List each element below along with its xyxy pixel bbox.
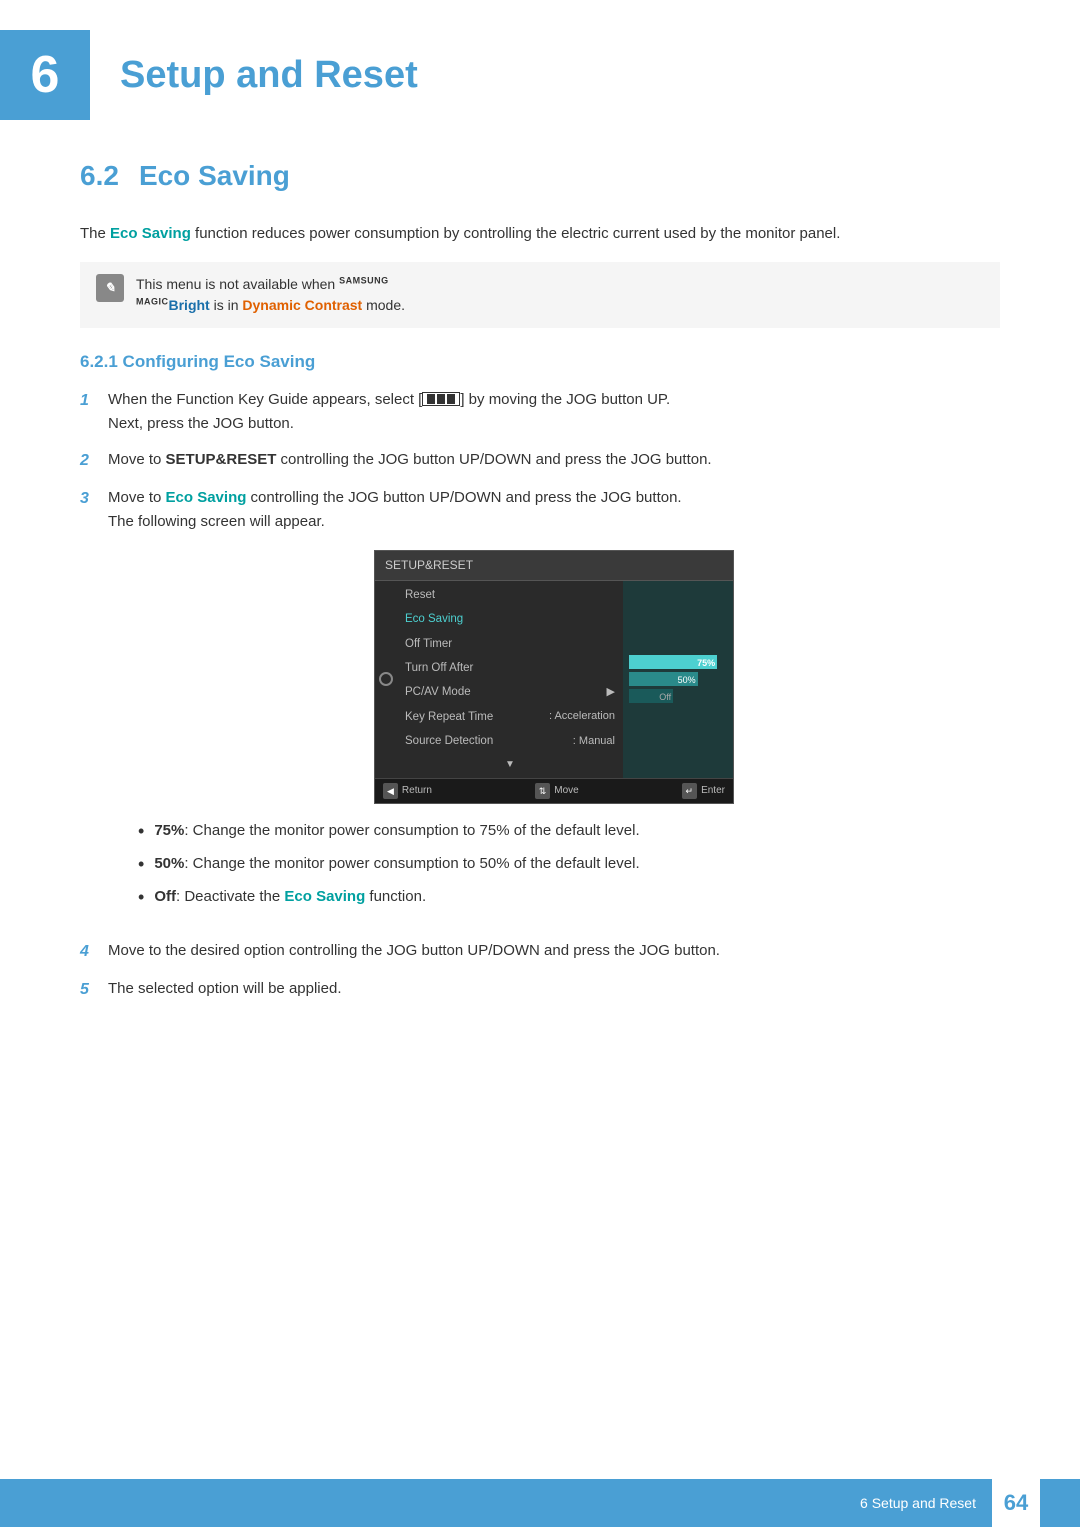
step-1-content: When the Function Key Guide appears, sel… <box>108 388 1000 436</box>
step-3-content: Move to Eco Saving controlling the JOG b… <box>108 486 1000 927</box>
step-5-number: 5 <box>80 977 108 1003</box>
section-title: Eco Saving <box>139 160 290 192</box>
option-off-label: Off <box>154 888 176 905</box>
chapter-header: 6 Setup and Reset <box>0 0 1080 140</box>
menu-item-source-detection: Source Detection : Manual <box>397 729 623 753</box>
dynamic-contrast-label: Dynamic Contrast <box>242 297 362 313</box>
return-icon: ◀ <box>383 783 398 799</box>
screen-title-bar: SETUP&RESET <box>375 551 733 581</box>
footer-page-number: 64 <box>992 1479 1040 1527</box>
chapter-number-box: 6 <box>0 30 90 120</box>
step-1-number: 1 <box>80 388 108 414</box>
note-box: ✎ This menu is not available when SAMSUN… <box>80 262 1000 328</box>
step-2: 2 Move to SETUP&RESET controlling the JO… <box>80 448 1000 474</box>
screen-menu: Reset Eco Saving Off Timer Turn Off Afte… <box>397 581 623 778</box>
page-footer: 6 Setup and Reset 64 <box>0 1479 1080 1527</box>
key-repeat-value: : Acceleration <box>549 708 615 726</box>
eco-saving-step3-label: Eco Saving <box>166 489 247 506</box>
bullet-dot-3: • <box>138 884 144 911</box>
gear-icon <box>379 672 393 686</box>
menu-item-pcav-mode: PC/AV Mode ▶ <box>397 680 623 704</box>
eco-saving-intro-label: Eco Saving <box>110 225 191 242</box>
enter-label: Enter <box>701 783 725 799</box>
function-key-icon <box>422 392 460 406</box>
main-content: 6.2 Eco Saving The Eco Saving function r… <box>0 160 1080 1002</box>
step-1-subtext: Next, press the JOG button. <box>108 415 294 432</box>
step-4: 4 Move to the desired option controlling… <box>80 939 1000 965</box>
return-label: Return <box>402 783 432 799</box>
screen-right-panel <box>623 581 733 778</box>
footer-move-btn: ⇅ Move <box>535 783 579 799</box>
subsection-heading: 6.2.1 Configuring Eco Saving <box>80 352 1000 372</box>
subsection-number: 6.2.1 <box>80 352 118 371</box>
step-3: 3 Move to Eco Saving controlling the JOG… <box>80 486 1000 927</box>
section-heading: 6.2 Eco Saving <box>80 160 1000 192</box>
menu-item-down-arrow: ▼ <box>397 754 623 776</box>
chapter-number: 6 <box>31 45 60 105</box>
option-75-text: 75%: Change the monitor power consumptio… <box>154 820 639 843</box>
footer-chapter-text: 6 Setup and Reset <box>860 1495 976 1511</box>
step-4-content: Move to the desired option controlling t… <box>108 939 1000 963</box>
pcav-arrow: ▶ <box>607 684 615 702</box>
step-3-number: 3 <box>80 486 108 512</box>
chapter-title: Setup and Reset <box>120 54 418 97</box>
enter-icon: ↵ <box>682 783 698 799</box>
bright-label: Bright <box>169 297 210 313</box>
bar-75 <box>629 655 717 669</box>
screen-sidebar <box>375 581 397 778</box>
option-75-label: 75% <box>154 822 184 839</box>
step-1: 1 When the Function Key Guide appears, s… <box>80 388 1000 436</box>
option-off: • Off: Deactivate the Eco Saving functio… <box>138 886 1000 911</box>
bullet-dot-2: • <box>138 851 144 878</box>
option-75: • 75%: Change the monitor power consumpt… <box>138 820 1000 845</box>
menu-item-reset: Reset <box>397 583 623 607</box>
option-off-text: Off: Deactivate the Eco Saving function. <box>154 886 426 909</box>
option-50-label: 50% <box>154 855 184 872</box>
section-number: 6.2 <box>80 160 119 192</box>
note-icon: ✎ <box>96 274 124 302</box>
screen-footer: ◀ Return ⇅ Move ↵ Enter <box>375 778 733 803</box>
menu-item-eco-saving: Eco Saving <box>397 607 623 631</box>
move-label: Move <box>554 783 578 799</box>
menu-item-key-repeat: Key Repeat Time : Acceleration <box>397 705 623 729</box>
option-50-text: 50%: Change the monitor power consumptio… <box>154 853 639 876</box>
step-5-content: The selected option will be applied. <box>108 977 1000 1001</box>
option-50: • 50%: Change the monitor power consumpt… <box>138 853 1000 878</box>
step-2-number: 2 <box>80 448 108 474</box>
intro-paragraph: The Eco Saving function reduces power co… <box>80 222 1000 246</box>
bar-off <box>629 689 673 703</box>
note-text: This menu is not available when SAMSUNGM… <box>136 274 405 316</box>
options-list: • 75%: Change the monitor power consumpt… <box>138 820 1000 911</box>
menu-item-turn-off-after: Turn Off After <box>397 656 623 680</box>
setup-reset-label: SETUP&RESET <box>166 451 277 468</box>
screen-body: Reset Eco Saving Off Timer Turn Off Afte… <box>375 581 733 778</box>
step-4-number: 4 <box>80 939 108 965</box>
bullet-dot-1: • <box>138 818 144 845</box>
bar-50 <box>629 672 698 686</box>
step-3-subtext: The following screen will appear. <box>108 513 325 530</box>
eco-saving-bullet-label: Eco Saving <box>284 888 365 905</box>
screen-mockup: SETUP&RESET Reset Eco Saving Off Timer T… <box>374 550 734 804</box>
menu-item-off-timer: Off Timer <box>397 632 623 656</box>
step-2-content: Move to SETUP&RESET controlling the JOG … <box>108 448 1000 472</box>
footer-enter-btn: ↵ Enter <box>682 783 725 799</box>
step-5: 5 The selected option will be applied. <box>80 977 1000 1003</box>
source-detection-value: : Manual <box>573 733 615 751</box>
steps-list: 1 When the Function Key Guide appears, s… <box>80 388 1000 1002</box>
move-icon: ⇅ <box>535 783 551 799</box>
footer-return-btn: ◀ Return <box>383 783 432 799</box>
subsection-title: Configuring Eco Saving <box>123 352 316 371</box>
